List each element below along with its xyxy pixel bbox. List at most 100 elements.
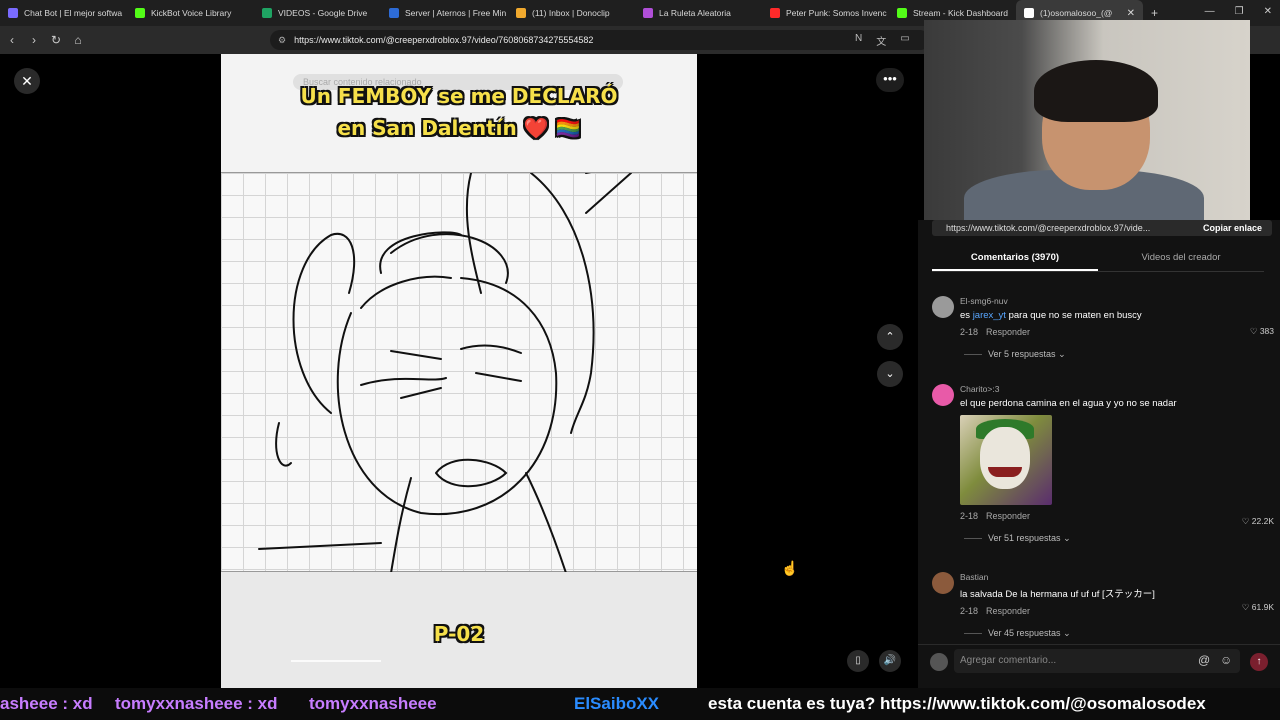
tab-comments[interactable]: Comentarios (3970) bbox=[932, 248, 1098, 271]
browser-tab[interactable]: Peter Punk: Somos Invenc bbox=[762, 0, 889, 26]
tab-label: La Ruleta Aleatoria bbox=[659, 8, 731, 18]
comment-meta: 2-18 Responder bbox=[960, 606, 1260, 616]
browser-tab[interactable]: VIDEOS - Google Drive bbox=[254, 0, 381, 26]
comment-text: el que perdona camina en el agua y yo no… bbox=[960, 398, 1177, 409]
mention-icon[interactable]: @ bbox=[1198, 653, 1210, 667]
video-caption-area bbox=[221, 54, 697, 172]
more-options-button[interactable]: ••• bbox=[876, 68, 904, 92]
webcam-overlay bbox=[924, 20, 1250, 220]
tab-favicon-icon bbox=[643, 8, 653, 18]
tab-favicon-icon bbox=[1024, 8, 1034, 18]
close-window-icon[interactable]: ✕ bbox=[1264, 6, 1272, 17]
tab-favicon-icon bbox=[135, 8, 145, 18]
tab-label: Server | Aternos | Free Min bbox=[405, 8, 507, 18]
chevron-down-icon: ⌄ bbox=[1058, 349, 1066, 359]
ticker-message: asheee : xd bbox=[0, 694, 93, 713]
like-count[interactable]: ♡ 22.2K bbox=[1242, 516, 1274, 527]
view-replies-button[interactable]: Ver 5 respuestas ⌄ bbox=[960, 349, 1260, 360]
share-link-text: https://www.tiktok.com/@creeperxdroblox.… bbox=[946, 223, 1151, 233]
panel-tabs: Comentarios (3970) Videos del creador bbox=[932, 248, 1264, 272]
tab-favicon-icon bbox=[516, 8, 526, 18]
video-player[interactable]: Buscar contenido relacionado Un FEMBOY s… bbox=[221, 54, 697, 688]
video-caption-line2: en San Dalentín ❤️ 🏳️‍🌈 bbox=[337, 116, 581, 140]
site-info-icon[interactable]: ⚙ bbox=[278, 35, 286, 46]
ticker-message: tomyxxnasheee : xd bbox=[115, 694, 278, 713]
ticker-username: ElSaiboXX bbox=[574, 694, 660, 713]
cast-icon[interactable]: ▭ bbox=[900, 33, 909, 48]
url-input[interactable]: ⚙ https://www.tiktok.com/@creeperxdroblo… bbox=[270, 30, 930, 50]
browser-tab[interactable]: La Ruleta Aleatoria bbox=[635, 0, 762, 26]
comment-username[interactable]: Charito>:3 bbox=[960, 384, 1260, 394]
tab-label: Stream - Kick Dashboard bbox=[913, 8, 1008, 18]
home-icon[interactable]: ⌂ bbox=[68, 33, 88, 47]
emoji-icon[interactable]: ☺ bbox=[1220, 653, 1232, 667]
next-video-button[interactable]: ⌄ bbox=[877, 361, 903, 387]
reload-icon[interactable]: ↻ bbox=[46, 33, 66, 47]
browser-tab[interactable]: KickBot Voice Library bbox=[127, 0, 254, 26]
like-count[interactable]: ♡ 383 bbox=[1250, 326, 1274, 337]
comment-date: 2-18 bbox=[960, 511, 979, 521]
tab-label: (1)osomalosoo_(@ bbox=[1040, 8, 1113, 18]
avatar[interactable] bbox=[932, 384, 954, 406]
video-progress-bar[interactable] bbox=[291, 660, 382, 662]
avatar[interactable] bbox=[932, 296, 954, 318]
tab-creator-videos[interactable]: Videos del creador bbox=[1098, 248, 1264, 271]
reply-button[interactable]: Responder bbox=[986, 327, 1030, 337]
reply-button[interactable]: Responder bbox=[986, 511, 1030, 521]
translate-icon[interactable]: 文 bbox=[876, 33, 886, 48]
copy-link-button[interactable]: Copiar enlace bbox=[1203, 223, 1262, 233]
volume-button[interactable]: 🔊 bbox=[879, 650, 901, 672]
comment-meta: 2-18 Responder bbox=[960, 327, 1260, 337]
video-caption-line1: Un FEMBOY se me DECLARÓ bbox=[300, 84, 618, 108]
chevron-down-icon: ⌄ bbox=[1063, 533, 1071, 543]
tab-favicon-icon bbox=[8, 8, 18, 18]
comment-date: 2-18 bbox=[960, 606, 979, 616]
browser-tab[interactable]: Chat Bot | El mejor softwa bbox=[0, 0, 127, 26]
tab-label: VIDEOS - Google Drive bbox=[278, 8, 368, 18]
window-controls: — ❐ ✕ bbox=[1205, 6, 1272, 17]
back-icon[interactable]: ‹ bbox=[2, 33, 22, 47]
reader-icon[interactable]: Ν bbox=[855, 33, 862, 48]
comment-username[interactable]: Bastian bbox=[960, 572, 1260, 582]
heart-icon: ♡ bbox=[1241, 602, 1250, 612]
forward-icon[interactable]: › bbox=[24, 33, 44, 47]
ticker-message: tomyxxnasheee bbox=[309, 694, 437, 713]
sketch-drawing bbox=[221, 162, 697, 574]
sketch-face-illustration bbox=[258, 162, 637, 574]
comment-date: 2-18 bbox=[960, 327, 979, 337]
heart-icon: ♡ bbox=[1249, 326, 1258, 336]
minimize-icon[interactable]: — bbox=[1205, 6, 1215, 17]
browser-tab[interactable]: Server | Aternos | Free Min bbox=[381, 0, 508, 26]
like-count[interactable]: ♡ 61.9K bbox=[1242, 602, 1274, 613]
webcam-person-hair bbox=[1034, 60, 1158, 122]
comment-meta: 2-18 Responder bbox=[960, 511, 1260, 521]
tab-favicon-icon bbox=[897, 8, 907, 18]
comment-sticker-image[interactable] bbox=[960, 415, 1052, 505]
view-replies-button[interactable]: Ver 45 respuestas ⌄ bbox=[960, 628, 1260, 639]
close-video-button[interactable]: ✕ bbox=[14, 68, 40, 94]
restore-icon[interactable]: ❐ bbox=[1235, 6, 1244, 17]
comment-text: la salvada De la hermana uf uf uf [ステッカー… bbox=[960, 589, 1155, 600]
share-link-row: https://www.tiktok.com/@creeperxdroblox.… bbox=[932, 220, 1272, 236]
comment-username[interactable]: El-smg6-nuv bbox=[960, 296, 1260, 306]
heart-icon: ♡ bbox=[1241, 516, 1250, 526]
tab-close-icon[interactable]: ✕ bbox=[1127, 8, 1135, 19]
previous-video-button[interactable]: ⌃ bbox=[877, 324, 903, 350]
url-text: https://www.tiktok.com/@creeperxdroblox.… bbox=[294, 35, 594, 45]
ticker-message: esta cuenta es tuya? https://www.tiktok.… bbox=[708, 694, 1206, 713]
comment-mention[interactable]: jarex_yt bbox=[973, 310, 1006, 321]
avatar[interactable] bbox=[932, 572, 954, 594]
browser-tab[interactable]: (11) Inbox | Donoclip bbox=[508, 0, 635, 26]
tab-favicon-icon bbox=[262, 8, 272, 18]
url-action-icons: Ν 文 ▭ bbox=[855, 33, 910, 48]
reply-button[interactable]: Responder bbox=[986, 606, 1030, 616]
new-tab-icon[interactable]: + bbox=[1151, 6, 1158, 20]
view-replies-button[interactable]: Ver 51 respuestas ⌄ bbox=[960, 533, 1260, 544]
tab-label: Peter Punk: Somos Invenc bbox=[786, 8, 887, 18]
floating-player-button[interactable]: ▯ bbox=[847, 650, 869, 672]
send-button[interactable]: ↑ bbox=[1250, 653, 1268, 671]
tab-label: (11) Inbox | Donoclip bbox=[532, 8, 610, 18]
comment-input-bar: Agregar comentario... @ ☺ ↑ bbox=[918, 644, 1280, 678]
tab-favicon-icon bbox=[389, 8, 399, 18]
comments-panel: https://www.tiktok.com/@creeperxdroblox.… bbox=[918, 220, 1280, 688]
